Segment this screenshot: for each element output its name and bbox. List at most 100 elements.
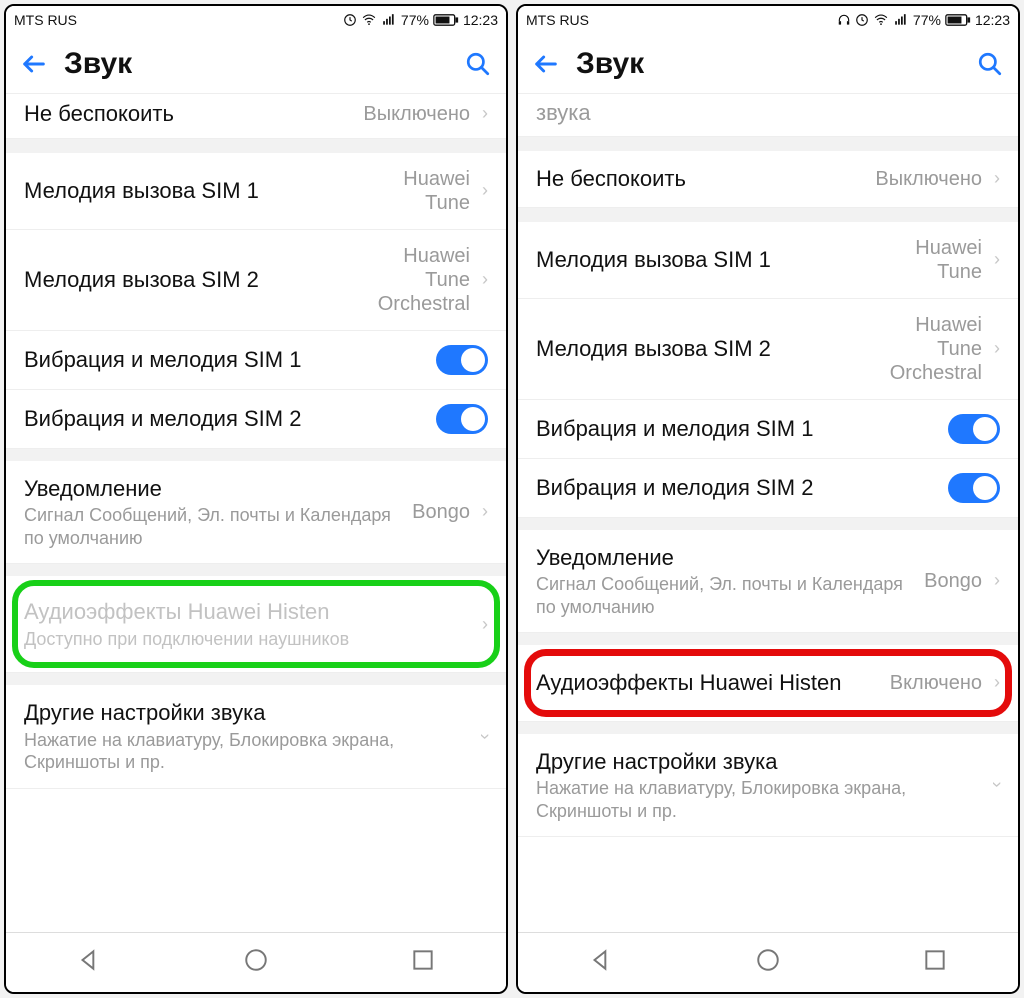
toggle-vib2[interactable] [948, 473, 1000, 503]
chevron-right-icon: › [994, 168, 1000, 189]
dnd-value: Выключено [363, 102, 470, 126]
section-divider [518, 137, 1018, 151]
notif-value: Bongo [924, 569, 982, 593]
ring1-label: Мелодия вызова SIM 1 [24, 177, 391, 205]
signal-icon [893, 13, 909, 27]
chevron-down-icon: › [475, 733, 496, 739]
ring2-value: Huawei Tune Orchestral [378, 244, 470, 316]
status-bar: MTS RUS 77% 12:23 [6, 6, 506, 34]
carrier-label: MTS RUS [14, 12, 77, 28]
section-divider [518, 208, 1018, 222]
phone-right: MTS RUS 77% 12:23 Звук звука Не беспокои… [516, 4, 1020, 994]
notif-value: Bongo [412, 500, 470, 524]
vib1-label: Вибрация и мелодия SIM 1 [24, 346, 424, 374]
notif-sub: Сигнал Сообщений, Эл. почты и Календаря … [536, 573, 912, 618]
chevron-right-icon: › [482, 269, 488, 290]
nav-recent-icon[interactable] [410, 947, 436, 978]
row-dnd[interactable]: Не беспокоить Выключено › [518, 151, 1018, 208]
status-bar: MTS RUS 77% 12:23 [518, 6, 1018, 34]
battery-icon [433, 13, 459, 27]
battery-icon [945, 13, 971, 27]
histen-value: Включено [890, 671, 982, 695]
dnd-label: Не беспокоить [536, 165, 863, 193]
histen-sub: Доступно при подключении наушников [24, 628, 470, 651]
row-ringtone-sim1[interactable]: Мелодия вызова SIM 1 Huawei Tune › [518, 222, 1018, 299]
ring2-value: Huawei Tune Orchestral [890, 313, 982, 385]
notif-label: Уведомление [24, 475, 400, 503]
nav-back-icon[interactable] [588, 947, 614, 978]
row-histen[interactable]: Аудиоэффекты Huawei Histen Включено › [518, 633, 1018, 722]
other-label: Другие настройки звука [536, 748, 982, 776]
toggle-vib1[interactable] [948, 414, 1000, 444]
row-vibrate-sim2[interactable]: Вибрация и мелодия SIM 2 [6, 390, 506, 449]
carrier-label: MTS RUS [526, 12, 589, 28]
page-title: Звук [64, 47, 448, 81]
nav-home-icon[interactable] [243, 947, 269, 978]
row-dnd[interactable]: Не беспокоить Выключено › [6, 94, 506, 139]
nav-recent-icon[interactable] [922, 947, 948, 978]
row-ringtone-sim2[interactable]: Мелодия вызова SIM 2 Huawei Tune Orchest… [6, 230, 506, 331]
battery-pct: 77% [913, 12, 941, 28]
search-icon[interactable] [464, 50, 492, 78]
row-vibrate-sim1[interactable]: Вибрация и мелодия SIM 1 [518, 400, 1018, 459]
search-icon[interactable] [976, 50, 1004, 78]
app-bar: Звук [6, 34, 506, 94]
row-vibrate-sim1[interactable]: Вибрация и мелодия SIM 1 [6, 331, 506, 390]
ring1-value: Huawei Tune [915, 236, 982, 284]
histen-label: Аудиоэффекты Huawei Histen [536, 669, 878, 697]
row-ringtone-sim2[interactable]: Мелодия вызова SIM 2 Huawei Tune Orchest… [518, 299, 1018, 400]
back-icon[interactable] [532, 50, 560, 78]
nav-bar [6, 932, 506, 992]
vib2-label: Вибрация и мелодия SIM 2 [24, 405, 424, 433]
vib2-label: Вибрация и мелодия SIM 2 [536, 474, 936, 502]
row-other-sound[interactable]: Другие настройки звука Нажатие на клавиа… [6, 673, 506, 789]
settings-list: звука Не беспокоить Выключено › Мелодия … [518, 94, 1018, 932]
app-bar: Звук [518, 34, 1018, 94]
other-sub: Нажатие на клавиатуру, Блокировка экрана… [536, 777, 982, 822]
section-divider [6, 139, 506, 153]
row-notification[interactable]: Уведомление Сигнал Сообщений, Эл. почты … [6, 449, 506, 565]
clock-label: 12:23 [975, 12, 1010, 28]
signal-icon [381, 13, 397, 27]
ring1-label: Мелодия вызова SIM 1 [536, 246, 903, 274]
battery-pct: 77% [401, 12, 429, 28]
notif-sub: Сигнал Сообщений, Эл. почты и Календаря … [24, 504, 400, 549]
ring2-label: Мелодия вызова SIM 2 [24, 266, 366, 294]
back-icon[interactable] [20, 50, 48, 78]
vib1-label: Вибрация и мелодия SIM 1 [536, 415, 936, 443]
scroll-remnant: звука [518, 94, 1018, 137]
row-other-sound[interactable]: Другие настройки звука Нажатие на клавиа… [518, 722, 1018, 838]
headphones-icon [837, 13, 851, 27]
other-sub: Нажатие на клавиатуру, Блокировка экрана… [24, 729, 470, 774]
page-title: Звук [576, 47, 960, 81]
row-ringtone-sim1[interactable]: Мелодия вызова SIM 1 Huawei Tune › [6, 153, 506, 230]
row-notification[interactable]: Уведомление Сигнал Сообщений, Эл. почты … [518, 518, 1018, 634]
dnd-label: Не беспокоить [24, 100, 351, 128]
dnd-value: Выключено [875, 167, 982, 191]
chevron-right-icon: › [482, 501, 488, 522]
vibrate-icon [343, 13, 357, 27]
other-label: Другие настройки звука [24, 699, 470, 727]
ring2-label: Мелодия вызова SIM 2 [536, 335, 878, 363]
ring1-value: Huawei Tune [403, 167, 470, 215]
chevron-right-icon: › [482, 614, 488, 635]
toggle-vib2[interactable] [436, 404, 488, 434]
chevron-right-icon: › [994, 672, 1000, 693]
row-histen: Аудиоэффекты Huawei Histen Доступно при … [6, 564, 506, 673]
nav-bar [518, 932, 1018, 992]
notif-label: Уведомление [536, 544, 912, 572]
settings-list: Не беспокоить Выключено › Мелодия вызова… [6, 94, 506, 932]
chevron-right-icon: › [994, 338, 1000, 359]
wifi-icon [361, 13, 377, 27]
vibrate-icon [855, 13, 869, 27]
chevron-right-icon: › [994, 249, 1000, 270]
phone-left: MTS RUS 77% 12:23 Звук Не беспокоить Вык… [4, 4, 508, 994]
nav-home-icon[interactable] [755, 947, 781, 978]
chevron-down-icon: › [987, 782, 1008, 788]
row-vibrate-sim2[interactable]: Вибрация и мелодия SIM 2 [518, 459, 1018, 518]
toggle-vib1[interactable] [436, 345, 488, 375]
chevron-right-icon: › [482, 180, 488, 201]
nav-back-icon[interactable] [76, 947, 102, 978]
chevron-right-icon: › [482, 103, 488, 124]
chevron-right-icon: › [994, 570, 1000, 591]
